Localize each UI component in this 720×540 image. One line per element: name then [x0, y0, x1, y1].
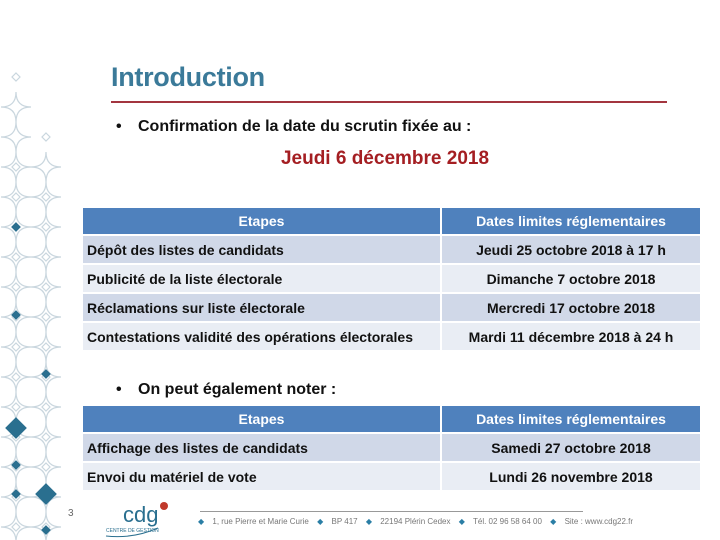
- filled-diamond: [35, 483, 57, 505]
- deadline-cell: Jeudi 25 octobre 2018 à 17 h: [441, 234, 700, 264]
- table-row: Contestations validité des opérations él…: [83, 321, 700, 350]
- step-cell: Affichage des listes de candidats: [83, 432, 442, 462]
- outline-diamond: [11, 252, 21, 262]
- outline-diamond: [11, 282, 21, 292]
- outline-diamond: [41, 342, 51, 352]
- filled-diamond: [11, 222, 21, 232]
- deadline-cell: Mardi 11 décembre 2018 à 24 h: [441, 321, 700, 350]
- outline-diamond: [41, 462, 51, 472]
- outline-diamond: [41, 312, 51, 322]
- footer: cdg CENTRE DE GESTION ◆ 1, rue Pierre et…: [103, 498, 703, 540]
- deadline-cell: Dimanche 7 octobre 2018: [441, 263, 700, 293]
- footer-address: ◆ 1, rue Pierre et Marie Curie ◆ BP 417 …: [198, 517, 639, 526]
- table-header-row: Etapes Dates limites réglementaires: [83, 406, 700, 433]
- bullet-glyph: •: [116, 381, 122, 398]
- table-row: Publicité de la liste électorale Dimanch…: [83, 263, 700, 293]
- lattice-star: [0, 91, 32, 123]
- outline-diamond: [11, 342, 21, 352]
- outline-diamond: [11, 72, 21, 82]
- lattice-star: [30, 241, 62, 273]
- table-row: Affichage des listes de candidats Samedi…: [83, 432, 700, 462]
- bullet-confirmation: • Confirmation de la date du scrutin fixé…: [116, 118, 471, 136]
- separator-icon: ◆: [550, 517, 557, 526]
- step-cell: Contestations validité des opérations él…: [83, 321, 442, 350]
- lattice-star: [0, 241, 32, 273]
- outline-diamond: [11, 402, 21, 412]
- separator-icon: ◆: [198, 517, 205, 526]
- lattice-star: [30, 301, 62, 333]
- column-header-deadlines: Dates limites réglementaires: [441, 208, 700, 235]
- lattice-star: [0, 361, 32, 393]
- additional-deadlines-table: Etapes Dates limites réglementaires Affi…: [83, 406, 700, 490]
- deadline-cell: Lundi 26 novembre 2018: [441, 461, 700, 490]
- outline-diamond: [41, 432, 51, 442]
- footer-phone: Tél. 02 96 58 64 00: [472, 517, 542, 526]
- footer-city: 22194 Plérin Cedex: [380, 517, 451, 526]
- table-row: Réclamations sur liste électorale Mercre…: [83, 292, 700, 322]
- lattice-star: [30, 391, 62, 423]
- separator-icon: ◆: [317, 517, 324, 526]
- deadline-cell: Samedi 27 octobre 2018: [441, 432, 700, 462]
- deadline-cell: Mercredi 17 octobre 2018: [441, 292, 700, 322]
- separator-icon: ◆: [458, 517, 465, 526]
- title-underline: [111, 101, 667, 103]
- bullet-glyph: •: [116, 118, 122, 135]
- bullet-text: On peut également noter :: [138, 381, 337, 398]
- step-cell: Réclamations sur liste électorale: [83, 292, 442, 322]
- lattice-star: [0, 331, 32, 363]
- column-header-steps: Etapes: [83, 208, 442, 235]
- decorative-pattern: [0, 72, 62, 540]
- logo-badge: [160, 502, 168, 510]
- bullet-text: Confirmation de la date du scrutin fixée…: [138, 118, 472, 135]
- slide-title: Introduction: [111, 62, 265, 92]
- outline-diamond: [11, 192, 21, 202]
- column-header-steps: Etapes: [83, 406, 442, 433]
- outline-diamond: [41, 282, 51, 292]
- table-row: Envoi du matériel de vote Lundi 26 novem…: [83, 461, 700, 490]
- lattice-star: [30, 271, 62, 303]
- page-number: 3: [68, 508, 74, 519]
- footer-website[interactable]: Site : www.cdg22.fr: [565, 517, 633, 526]
- footer-divider: [200, 511, 583, 512]
- lattice-star: [30, 421, 62, 453]
- separator-icon: ◆: [365, 517, 372, 526]
- lattice-star: [0, 271, 32, 303]
- outline-diamond: [41, 252, 51, 262]
- deadlines-table: Etapes Dates limites réglementaires Dépô…: [83, 208, 700, 350]
- bullet-also-note: • On peut également noter :: [116, 381, 336, 399]
- footer-po-box: BP 417: [331, 517, 358, 526]
- step-cell: Dépôt des listes de candidats: [83, 234, 442, 264]
- lattice-star: [30, 181, 62, 213]
- outline-diamond: [41, 222, 51, 232]
- table-header-row: Etapes Dates limites réglementaires: [83, 208, 700, 235]
- outline-diamond: [11, 372, 21, 382]
- lattice-star: [30, 451, 62, 483]
- outline-diamond: [41, 132, 51, 142]
- cdg-logo: cdg CENTRE DE GESTION: [105, 502, 168, 538]
- step-cell: Publicité de la liste électorale: [83, 263, 442, 293]
- outline-diamond: [41, 192, 51, 202]
- logo-text: cdg: [123, 502, 158, 527]
- step-cell: Envoi du matériel de vote: [83, 461, 442, 490]
- footer-street: 1, rue Pierre et Marie Curie: [212, 517, 309, 526]
- outline-diamond: [41, 402, 51, 412]
- election-date: Jeudi 6 décembre 2018: [280, 148, 490, 169]
- lattice-star: [30, 331, 62, 363]
- lattice-star: [0, 511, 32, 540]
- lattice-star: [30, 211, 62, 243]
- table-row: Dépôt des listes de candidats Jeudi 25 o…: [83, 234, 700, 264]
- lattice-star: [0, 181, 32, 213]
- column-header-deadlines: Dates limites réglementaires: [441, 406, 700, 433]
- outline-diamond: [11, 522, 21, 532]
